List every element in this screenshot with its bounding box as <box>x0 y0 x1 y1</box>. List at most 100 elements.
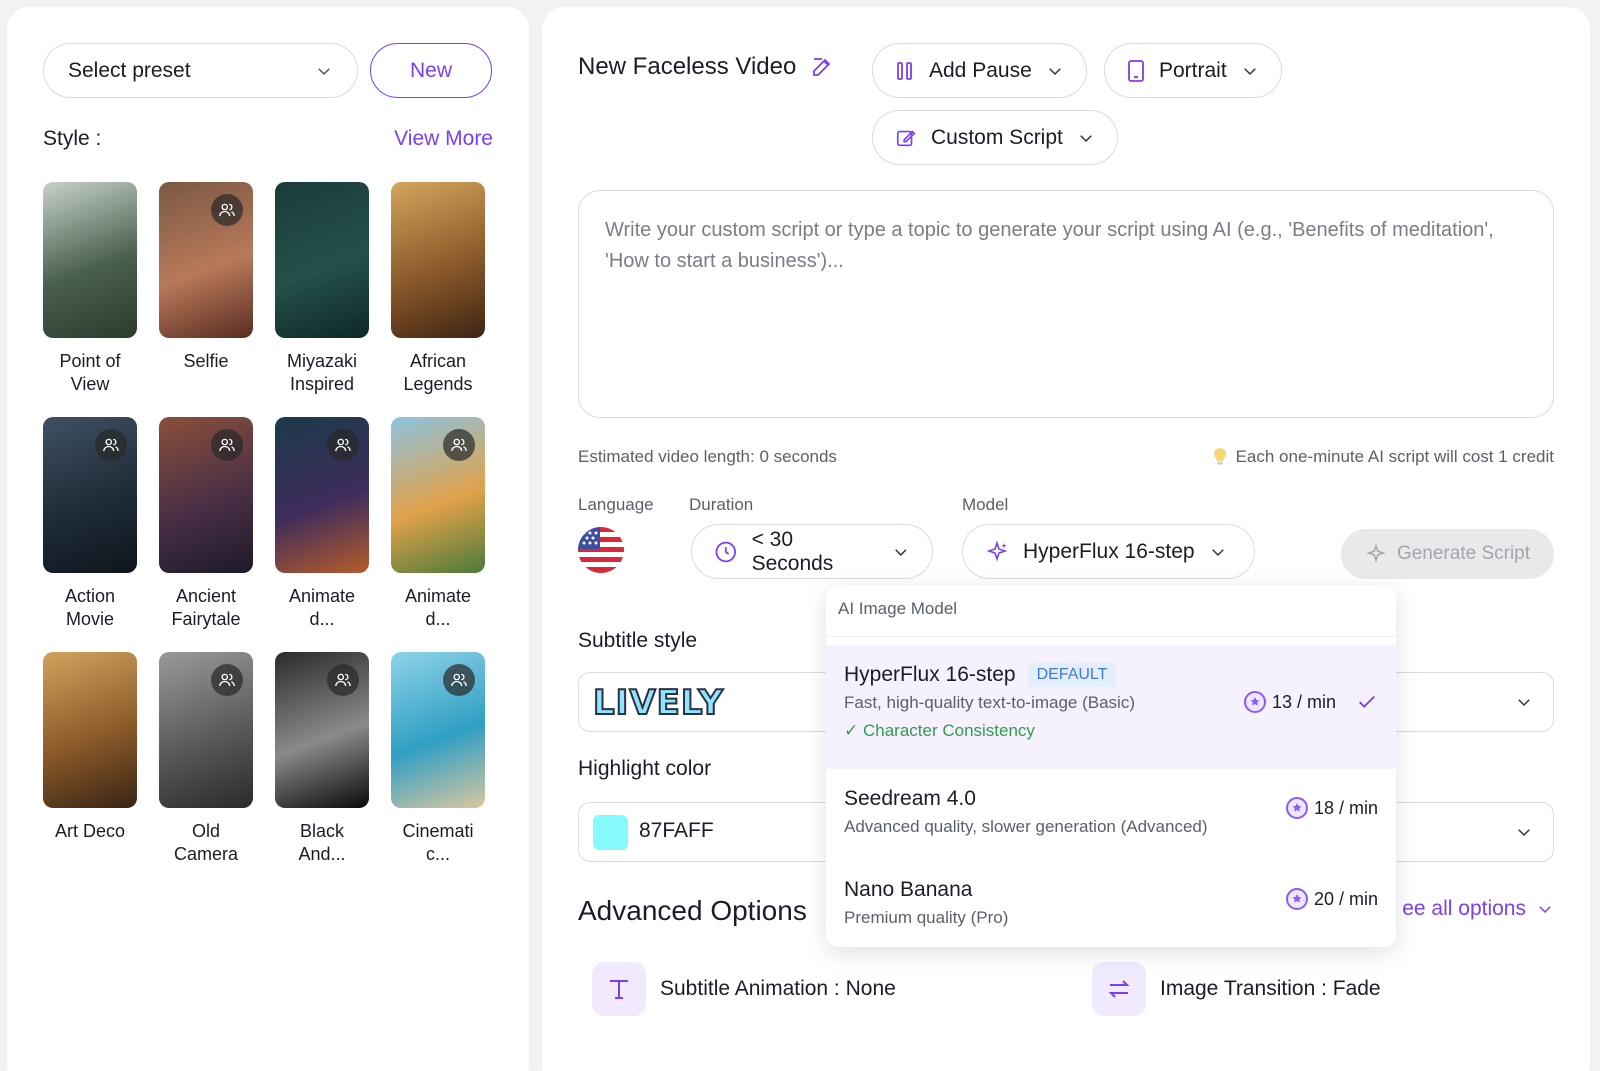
style-thumbnail <box>391 652 485 808</box>
style-thumbnail <box>159 417 253 573</box>
style-thumbnail <box>275 417 369 573</box>
style-name: Animate d... <box>404 586 472 629</box>
clock-icon <box>715 541 737 562</box>
model-option-name: HyperFlux 16-step DEFAULT <box>844 663 1378 687</box>
preset-select-label: Select preset <box>68 58 191 82</box>
style-card[interactable]: Old Camera <box>159 652 253 866</box>
add-pause-button[interactable]: Add Pause <box>872 43 1087 98</box>
model-option-title: HyperFlux 16-step <box>844 663 1016 686</box>
style-name: African Legends <box>403 351 473 394</box>
style-card[interactable]: African Legends <box>391 182 485 396</box>
video-title: New Faceless Video <box>578 53 797 80</box>
style-card[interactable]: Animate d... <box>391 417 485 631</box>
highlight-color-value: 87FAFF <box>639 819 714 842</box>
model-dropdown: AI Image Model HyperFlux 16-step DEFAULT F… <box>826 585 1396 947</box>
model-option[interactable]: Nano Banana Premium quality (Pro) 20 / min <box>826 860 1396 947</box>
image-transition-option[interactable]: Image Transition : Fade <box>1092 962 1381 1016</box>
style-thumbnail <box>391 417 485 573</box>
style-card[interactable]: Action Movie <box>43 417 137 631</box>
checkmark-icon <box>1359 695 1375 708</box>
model-feature: ✓ Character Consistency <box>844 721 1035 740</box>
text-icon <box>592 962 646 1016</box>
orientation-select[interactable]: Portrait <box>1104 43 1282 98</box>
cost-note-text: Each one-minute AI script will cost 1 cr… <box>1235 447 1554 466</box>
image-transition-label: Image Transition : Fade <box>1160 977 1381 1000</box>
credit-icon <box>1285 797 1308 819</box>
style-card[interactable]: Miyazaki Inspired <box>275 182 369 396</box>
subtitle-animation-option[interactable]: Subtitle Animation : None <box>592 962 896 1016</box>
model-cost: 18 / min <box>1285 797 1378 819</box>
style-card[interactable]: Art Deco <box>43 652 137 843</box>
model-option[interactable]: HyperFlux 16-step DEFAULT Fast, high-quali… <box>826 645 1396 769</box>
lightbulb-icon <box>1213 447 1226 465</box>
language-label: Language <box>578 495 654 514</box>
group-icon <box>211 194 243 226</box>
color-swatch <box>593 815 628 850</box>
dropdown-header: AI Image Model <box>826 585 1396 637</box>
cost-note: Each one-minute AI script will cost 1 cr… <box>1212 447 1554 467</box>
model-cost-value: 13 / min <box>1271 691 1336 712</box>
subtitle-animation-label: Subtitle Animation : None <box>660 977 896 1000</box>
script-mode-select[interactable]: Custom Script <box>872 110 1118 165</box>
style-thumbnail <box>159 652 253 808</box>
style-card[interactable]: Animate d... <box>275 417 369 631</box>
group-icon <box>211 429 243 461</box>
duration-select[interactable]: < 30 Seconds <box>691 524 933 579</box>
view-more-link[interactable]: View More <box>394 127 493 151</box>
default-badge: DEFAULT <box>1027 663 1117 687</box>
edit-icon[interactable] <box>810 55 834 79</box>
chevron-down-icon <box>1518 829 1530 837</box>
subtitle-style-label: Subtitle style <box>578 629 698 652</box>
us-flag-icon[interactable] <box>578 527 624 573</box>
credit-icon <box>1285 888 1308 910</box>
estimated-length: Estimated video length: 0 seconds <box>578 447 837 466</box>
video-title-row: New Faceless Video <box>578 53 834 81</box>
model-cost: 13 / min <box>1243 691 1378 713</box>
see-all-options-link[interactable]: ee all options <box>1402 897 1554 921</box>
advanced-options-title: Advanced Options <box>578 895 807 926</box>
new-preset-button[interactable]: New <box>370 43 492 98</box>
chevron-down-icon <box>1518 699 1530 707</box>
style-thumbnail <box>275 652 369 808</box>
style-thumbnail <box>159 182 253 338</box>
model-cost-value: 20 / min <box>1313 888 1378 909</box>
style-card[interactable]: Cinemati c... <box>391 652 485 866</box>
sparkle-icon <box>1366 543 1386 563</box>
style-card[interactable]: Ancient Fairytale <box>159 417 253 631</box>
style-card[interactable]: Point of View <box>43 182 137 396</box>
preset-select[interactable]: Select preset <box>43 43 358 98</box>
style-card[interactable]: Black And... <box>275 652 369 866</box>
generate-script-button[interactable]: Generate Script <box>1341 529 1554 579</box>
edit-icon <box>896 129 916 146</box>
style-card[interactable]: Selfie <box>159 182 253 373</box>
style-name: Miyazaki Inspired <box>286 351 357 394</box>
style-name: Point of View <box>59 351 121 394</box>
style-label: Style : <box>43 127 102 150</box>
model-label: Model <box>962 495 1009 514</box>
style-name: Art Deco <box>54 821 126 841</box>
swap-icon <box>1092 962 1146 1016</box>
style-name: Selfie <box>183 351 229 371</box>
group-icon <box>443 664 475 696</box>
chevron-down-icon <box>1080 134 1092 142</box>
group-icon <box>327 429 359 461</box>
chevron-down-icon <box>1243 67 1256 75</box>
highlight-color-label: Highlight color <box>578 757 712 780</box>
sparkle-icon <box>986 539 1008 562</box>
style-name: Animate d... <box>288 586 356 629</box>
script-textarea[interactable]: Write your custom script or type a topic… <box>578 190 1554 418</box>
model-value: HyperFlux 16-step <box>1023 539 1195 563</box>
model-cost-value: 18 / min <box>1313 797 1378 818</box>
style-thumbnail <box>43 417 137 573</box>
chevron-down-icon <box>1539 906 1551 914</box>
model-select[interactable]: HyperFlux 16-step <box>962 524 1255 579</box>
chevron-down-icon <box>895 548 907 556</box>
style-name: Ancient Fairytale <box>171 586 241 629</box>
chevron-down-icon <box>1211 548 1224 556</box>
style-name: Old Camera <box>173 821 239 864</box>
model-option-desc: Advanced quality, slower generation (Adv… <box>844 817 1208 836</box>
style-thumbnail <box>43 182 137 338</box>
group-icon <box>443 429 475 461</box>
model-option[interactable]: Seedream 4.0 Advanced quality, slower gen… <box>826 769 1396 860</box>
subtitle-style-preview: LIVELY <box>592 682 724 724</box>
